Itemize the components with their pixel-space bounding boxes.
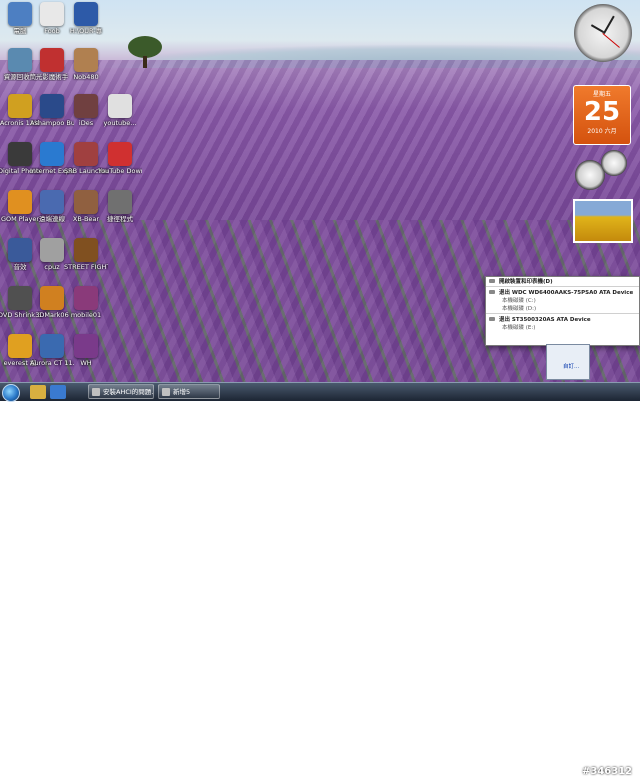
slideshow-gadget[interactable] (573, 199, 633, 243)
desktop-icon-label: H:\OUR-專 (69, 27, 103, 35)
clock-minute-hand (603, 15, 615, 34)
paint-icon (162, 388, 170, 396)
divider (486, 286, 639, 287)
app-icon (74, 94, 98, 118)
volume-item: 本機磁碟 (D:) (502, 306, 537, 312)
camera-icon (40, 48, 64, 72)
winrar-icon (74, 334, 98, 358)
hard-drive-icon (489, 317, 495, 321)
document-icon (108, 94, 132, 118)
computer-icon (8, 2, 32, 26)
youtube-icon (108, 142, 132, 166)
printer-icon (489, 279, 495, 283)
desktop-icon[interactable]: STREET FIGHTER IV (64, 238, 108, 271)
device-list: 退出 WDC WD6400AAKS-75PSA0 ATA Device 本機磁碟 … (486, 288, 639, 331)
photo-icon (8, 142, 32, 166)
cpu-icon (40, 238, 64, 262)
volume-item: 本機磁碟 (C:) (502, 298, 536, 304)
start-button[interactable] (2, 384, 20, 402)
customize-link[interactable]: 自訂... (563, 362, 579, 370)
desktop-icon[interactable]: 捷徑程式 (98, 190, 142, 223)
desktop-icon-label: YouTube Download (98, 167, 142, 175)
desktop-icon-label: mobile01 (70, 311, 102, 319)
ie-icon (92, 388, 100, 396)
desktop-icon[interactable]: YouTube Download (98, 142, 142, 175)
ie-icon (40, 142, 64, 166)
watermark: #346312 (582, 766, 633, 777)
safely-remove-popup: 開啟裝置和印表機(D) 退出 WDC WD6400AAKS-75PSA0 ATA… (485, 276, 640, 346)
explorer-icon[interactable] (30, 385, 46, 399)
calendar-gadget[interactable]: 星期五 25 2010 六月 (573, 85, 631, 145)
calendar-day: 25 (583, 97, 621, 127)
game-icon (74, 238, 98, 262)
media-player-icon[interactable] (50, 385, 66, 399)
desktop-icon[interactable]: youtube... (98, 94, 142, 127)
desktop-icon[interactable]: mobile01 (64, 286, 108, 319)
tree-trunk (143, 56, 147, 68)
clock-hour-hand (590, 24, 604, 33)
info-icon (8, 334, 32, 358)
desktop-icon[interactable]: Nob480 (64, 48, 108, 81)
recycle-bin-icon (8, 48, 32, 72)
app-icon (74, 48, 98, 72)
desktop-icon-label: youtube... (103, 119, 137, 127)
desktop-icon-label: STREET FIGHTER IV (64, 263, 108, 271)
divider (486, 313, 639, 314)
hard-drive-icon (489, 290, 495, 294)
desktop-icon[interactable]: H:\OUR-專 (64, 2, 108, 35)
calendar-year-month: 2010 六月 (587, 128, 617, 135)
taskbar-item-ahci[interactable]: 安裝AHCI的問題... (88, 384, 154, 399)
desktop: 電腦 Foob H:\OUR-專 資源回收筒 光影魔術手 Nob480 Acronis 13… (0, 0, 640, 382)
desktop-icon[interactable]: WH (64, 334, 108, 367)
desktop-icon-label: WH (80, 359, 92, 367)
desktop-icon-label: 捷徑程式 (107, 215, 133, 223)
open-devices-printers[interactable]: 開啟裝置和印表機(D) (486, 277, 639, 285)
document-icon (40, 2, 64, 26)
eject-device-item[interactable]: 退出 WDC WD6400AAKS-75PSA0 ATA Device (486, 288, 639, 296)
drive-icon (74, 2, 98, 26)
app-icon (108, 190, 132, 214)
taskbar-item-new5[interactable]: 新增5 (158, 384, 220, 399)
winrar-icon (74, 286, 98, 310)
volume-item: 本機磁碟 (E:) (502, 325, 536, 331)
disc-icon (40, 94, 64, 118)
app-icon (74, 190, 98, 214)
speaker-icon (8, 238, 32, 262)
clock-gadget[interactable] (574, 4, 632, 62)
desktop-icon-label: Nob480 (73, 73, 99, 81)
eject-device-item[interactable]: 退出 ST3500320AS ATA Device (486, 315, 639, 323)
memory-gauge-icon (601, 150, 627, 176)
network-icon (40, 190, 64, 214)
tree-silhouette (128, 36, 162, 58)
dvd-icon (8, 286, 32, 310)
cpu-meter-gadget[interactable] (575, 150, 631, 192)
notification-area-overflow: 自訂... (546, 344, 590, 380)
benchmark-icon (40, 286, 64, 310)
acronis-icon (8, 94, 32, 118)
player-icon (8, 190, 32, 214)
app-icon (40, 334, 64, 358)
clock-second-hand (602, 33, 620, 48)
app-icon (74, 142, 98, 166)
taskbar: 安裝AHCI的問題... 新增5 #346312 (0, 382, 640, 777)
